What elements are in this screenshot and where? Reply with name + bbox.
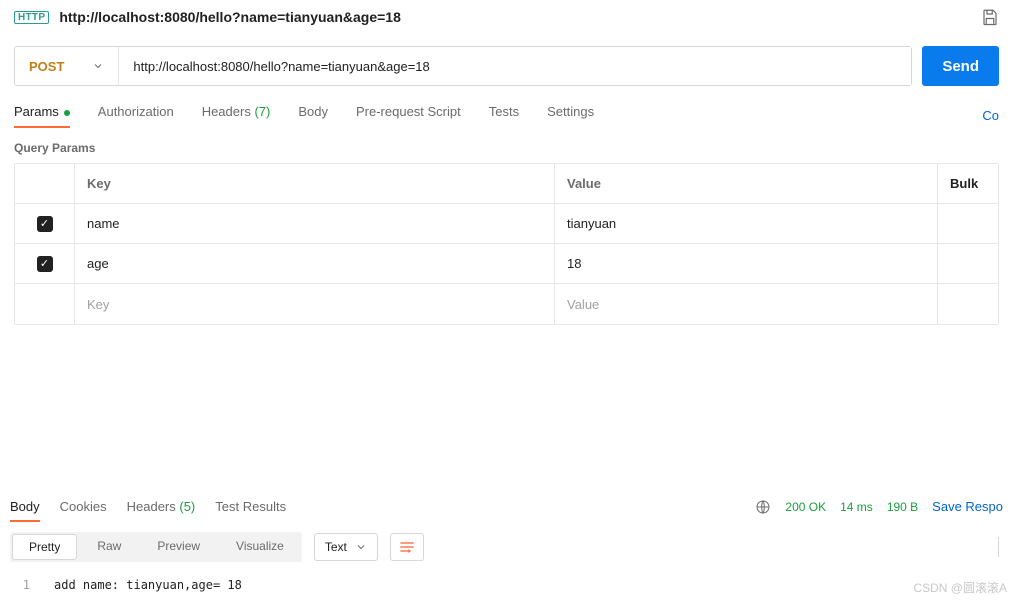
table-row: ✓ name tianyuan — [15, 204, 998, 244]
row-checkbox[interactable]: ✓ — [37, 256, 53, 272]
view-mode-preview[interactable]: Preview — [139, 532, 218, 562]
header-key: Key — [75, 164, 555, 203]
send-button[interactable]: Send — [922, 46, 999, 86]
toolbar-divider — [993, 537, 999, 557]
param-value-cell[interactable]: 18 — [555, 244, 938, 283]
bulk-edit-link[interactable]: Bulk — [938, 164, 998, 203]
param-extra-cell — [938, 204, 998, 243]
save-response-button[interactable]: Save Respo — [932, 499, 1003, 514]
watermark: CSDN @圆滚滚A — [913, 579, 1007, 596]
table-row: ✓ age 18 — [15, 244, 998, 284]
param-key-cell[interactable]: name — [75, 204, 555, 243]
line-text: add name: tianyuan,age= 18 — [54, 578, 242, 592]
tab-settings[interactable]: Settings — [547, 104, 594, 127]
resp-tab-cookies[interactable]: Cookies — [60, 491, 107, 522]
view-mode-group: Pretty Raw Preview Visualize — [10, 532, 302, 562]
table-row-new[interactable]: Key Value — [15, 284, 998, 324]
resp-tab-headers[interactable]: Headers (5) — [127, 491, 196, 522]
header-value: Value — [555, 164, 938, 203]
response-status: 200 OK — [785, 500, 826, 514]
param-key-cell[interactable]: age — [75, 244, 555, 283]
http-badge: HTTP — [14, 11, 49, 24]
wrap-lines-button[interactable] — [390, 533, 424, 561]
header-checkbox-cell — [15, 164, 75, 203]
response-body: 1 add name: tianyuan,age= 18 — [0, 572, 1013, 602]
response-size: 190 B — [887, 500, 918, 514]
params-changed-dot — [64, 110, 70, 116]
param-value-cell[interactable]: tianyuan — [555, 204, 938, 243]
tab-headers[interactable]: Headers (7) — [202, 104, 271, 127]
method-label: POST — [29, 59, 64, 74]
view-mode-raw[interactable]: Raw — [79, 532, 139, 562]
query-params-label: Query Params — [0, 127, 1013, 163]
tab-prerequest[interactable]: Pre-request Script — [356, 104, 461, 127]
save-icon[interactable] — [981, 8, 999, 26]
chevron-down-icon — [92, 60, 104, 72]
method-select[interactable]: POST — [15, 47, 119, 85]
url-input[interactable] — [119, 47, 911, 85]
tab-tests[interactable]: Tests — [489, 104, 519, 127]
globe-icon[interactable] — [755, 499, 771, 515]
tab-authorization[interactable]: Authorization — [98, 104, 174, 127]
param-key-placeholder[interactable]: Key — [75, 284, 555, 324]
tab-body[interactable]: Body — [298, 104, 328, 127]
resp-tab-body[interactable]: Body — [10, 491, 40, 522]
row-checkbox[interactable]: ✓ — [37, 216, 53, 232]
response-time: 14 ms — [840, 500, 873, 514]
param-value-placeholder[interactable]: Value — [555, 284, 938, 324]
query-params-table: Key Value Bulk ✓ name tianyuan ✓ age 18 … — [14, 163, 999, 325]
request-title-url: http://localhost:8080/hello?name=tianyua… — [59, 9, 971, 25]
format-select[interactable]: Text — [314, 533, 378, 561]
cookies-link[interactable]: Co — [982, 108, 999, 123]
chevron-down-icon — [355, 541, 367, 553]
wrap-icon — [399, 540, 415, 554]
param-extra-cell — [938, 244, 998, 283]
view-mode-pretty[interactable]: Pretty — [12, 534, 77, 560]
view-mode-visualize[interactable]: Visualize — [218, 532, 302, 562]
resp-tab-test-results[interactable]: Test Results — [215, 491, 286, 522]
tab-params[interactable]: Params — [14, 104, 70, 127]
line-number: 1 — [10, 578, 30, 592]
method-url-bar: POST — [14, 46, 912, 86]
